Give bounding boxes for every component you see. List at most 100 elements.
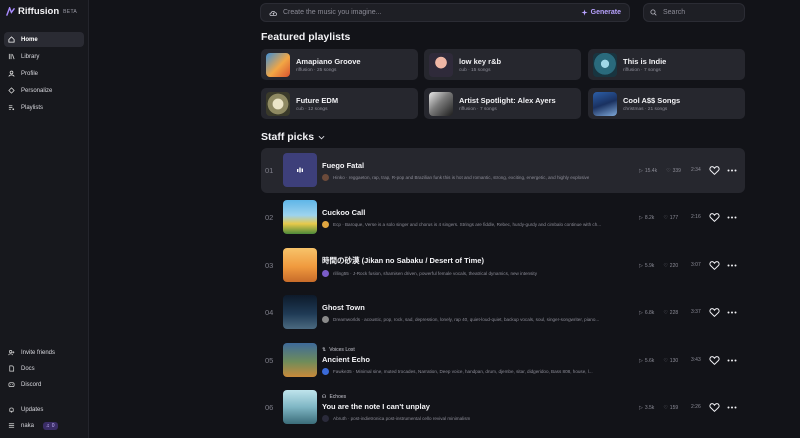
prompt-bar[interactable]: Create the music you imagine... Generate [260,3,630,22]
more-options-icon[interactable] [727,405,737,410]
playlist-card-artist-spotlight[interactable]: Artist Spotlight: Alex Ayers riffusion · … [424,88,581,119]
like-count: 228 [669,309,679,316]
sidebar: Riffusion BETA Home Library Profile Pers… [0,0,89,438]
more-options-icon[interactable] [727,263,737,268]
track-cover[interactable] [283,295,317,329]
sidebar-item-invite-friends[interactable]: Invite friends [4,345,84,360]
sidebar-item-personalize[interactable]: Personalize [4,83,84,98]
docs-icon [9,365,15,372]
playlist-meta: christmas · 21 songs [623,106,668,112]
playlist-card-future-edm[interactable]: Future EDM cub · 12 songs [261,88,418,119]
like-count: 177 [669,214,679,221]
personalize-icon [8,87,15,94]
sidebar-item-profile[interactable]: Profile [4,66,84,81]
playlist-tag-label: Voices Lost [329,346,355,353]
heart-icon[interactable] [709,165,720,176]
sidebar-item-home[interactable]: Home [4,32,84,47]
heart-icon[interactable] [709,307,720,318]
track-title[interactable]: Ancient Echo [322,355,634,364]
playlist-title: Artist Spotlight: Alex Ayers [459,95,556,105]
staff-picks-heading[interactable]: Staff picks [261,131,325,143]
playlist-cover [266,91,290,116]
creator-avatar[interactable] [322,269,329,277]
search-bar[interactable]: Search [643,3,745,22]
track-row[interactable]: 05 ⇅ Voices Lost Ancient Echo Fawke35 · M… [261,338,745,383]
playlist-card-cool-songs[interactable]: Cool A$$ Songs christmas · 21 songs [588,88,745,119]
user-account[interactable]: naka ♫ 0 [4,418,84,433]
sidebar-item-updates[interactable]: Updates [4,402,84,417]
playlist-cover [593,91,617,116]
generate-button[interactable]: Generate [581,9,621,16]
heart-icon[interactable] [709,355,720,366]
credits-badge[interactable]: ♫ 0 [43,421,58,430]
track-stats: ▷ 3.5k ♡ 159 [639,385,678,430]
more-options-icon[interactable] [727,215,737,220]
creator-avatar[interactable] [322,173,329,181]
track-description: Abruth · post-indietronica post-instrume… [333,415,471,421]
sidebar-item-playlists[interactable]: Playlists [4,100,84,115]
search-input[interactable]: Search [663,9,685,16]
discord-icon [8,382,15,387]
track-number: 02 [265,213,274,222]
track-cover[interactable] [283,200,317,234]
track-stats: ▷ 5.6k ♡ 130 [639,338,678,383]
playlist-tag[interactable]: ⇅ Voices Lost [322,347,634,353]
sidebar-item-library[interactable]: Library [4,49,84,64]
creator-avatar[interactable] [322,367,329,375]
sidebar-item-discord[interactable]: Discord [4,377,84,392]
logo[interactable]: Riffusion BETA [6,6,77,17]
playlist-cover [266,52,290,77]
creator-avatar[interactable] [322,414,329,422]
sidebar-item-label: Docs [21,365,35,372]
like-count-icon: ♡ [663,214,668,221]
playlist-title: low key r&b [459,56,502,66]
track-cover[interactable] [283,343,317,377]
more-options-icon[interactable] [727,168,737,173]
heart-icon[interactable] [709,402,720,413]
play-count: 5.9k [644,262,655,269]
track-info: Fuego Fatal Hinko · reggaeton, rap, trap… [322,148,634,193]
track-row[interactable]: 02 Cuckoo Call Ecp · Baroque, Verse is a… [261,195,745,240]
track-cover[interactable] [283,248,317,282]
more-options-icon[interactable] [727,310,737,315]
sidebar-item-label: Discord [21,381,42,388]
track-title[interactable]: Ghost Town [322,303,634,312]
heart-icon[interactable] [709,260,720,271]
track-duration: 3:43 [691,357,701,363]
bell-icon [9,407,14,413]
track-stats: ▷ 5.9k ♡ 220 [639,243,678,288]
track-row[interactable]: 03 時間の砂漠 (Jikan no Sabaku / Desert of Ti… [261,243,745,288]
track-duration: 2:26 [691,404,701,410]
track-title[interactable]: Cuckoo Call [322,208,634,217]
playlist-tag[interactable]: ☊ Echoes [322,394,634,400]
track-cover[interactable] [283,153,317,187]
playlist-card-this-is-indie[interactable]: This is Indie riffusion · 7 songs [588,49,745,80]
track-description: Dreamworlds · acoustic, pop, rock, sad, … [333,316,600,322]
track-title[interactable]: 時間の砂漠 (Jikan no Sabaku / Desert of Time) [322,255,634,266]
creator-avatar[interactable] [322,220,329,228]
heart-icon[interactable] [709,212,720,223]
track-title[interactable]: You are the note I can't unplay [322,402,634,411]
track-duration: 3:37 [691,309,701,315]
chevron-down-icon [318,135,325,139]
playlist-card-low-key-rnb[interactable]: low key r&b cub · 15 songs [424,49,581,80]
cloud-upload-icon[interactable] [269,9,278,17]
prompt-input[interactable]: Create the music you imagine... [283,9,581,16]
play-count-icon: ▷ [639,404,643,411]
track-description: rilling55 · J-Rock fusion, shamisen driv… [333,270,537,276]
play-count: 15.4k [644,167,658,174]
track-row[interactable]: 04 Ghost Town Dreamworlds · acoustic, po… [261,290,745,335]
creator-avatar[interactable] [322,315,329,323]
track-description: Ecp · Baroque, Verse is a solo singer an… [333,221,602,227]
playlist-meta: riffusion · 25 songs [296,67,337,73]
search-icon [650,9,657,16]
sidebar-item-label: Invite friends [21,349,56,356]
track-cover[interactable] [283,390,317,424]
track-title[interactable]: Fuego Fatal [322,161,634,170]
track-row[interactable]: 01 Fuego Fatal Hinko · reggaeton, rap, t… [261,148,745,193]
sidebar-item-docs[interactable]: Docs [4,361,84,376]
track-info: Ghost Town Dreamworlds · acoustic, pop, … [322,290,634,335]
more-options-icon[interactable] [727,358,737,363]
track-row[interactable]: 06 ☊ Echoes You are the note I can't unpl… [261,385,745,430]
playlist-card-amapiano-groove[interactable]: Amapiano Groove riffusion · 25 songs [261,49,418,80]
